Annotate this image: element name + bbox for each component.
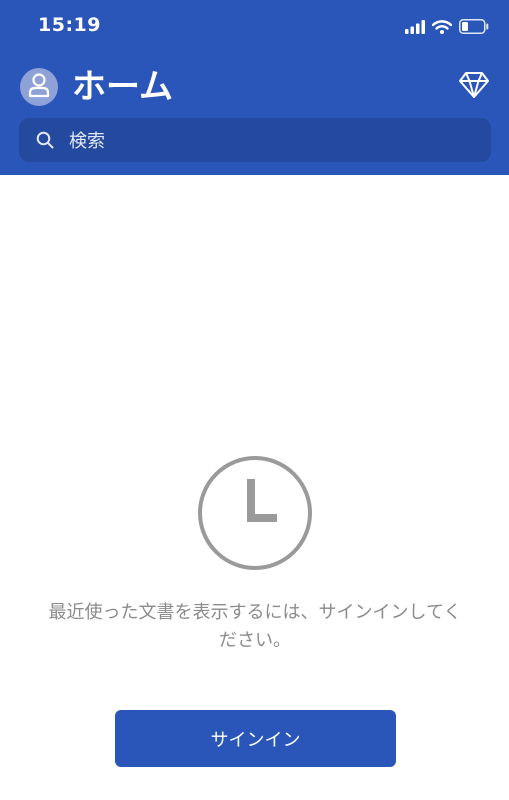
- app-header: 15:19 ホーム 検索: [0, 0, 509, 175]
- empty-state-message: 最近使った文書を表示するには、サインインしてください。: [48, 602, 462, 651]
- person-icon: [27, 72, 51, 102]
- wifi-icon: [431, 19, 453, 38]
- search-icon: [35, 130, 55, 150]
- cellular-signal-icon: [405, 19, 425, 38]
- search-input[interactable]: 検索: [19, 118, 491, 162]
- search-placeholder: 検索: [69, 131, 105, 152]
- clock-icon: [197, 455, 313, 571]
- nav-row: ホーム: [0, 64, 509, 110]
- page-title: ホーム: [72, 67, 173, 107]
- signin-button[interactable]: サインイン: [115, 710, 396, 767]
- status-icons: [405, 18, 489, 38]
- status-time: 15:19: [38, 14, 101, 36]
- battery-low-icon: [459, 18, 489, 38]
- premium-button[interactable]: [457, 70, 491, 104]
- diamond-icon: [458, 71, 490, 103]
- avatar[interactable]: [20, 68, 58, 106]
- status-bar: 15:19: [0, 0, 509, 52]
